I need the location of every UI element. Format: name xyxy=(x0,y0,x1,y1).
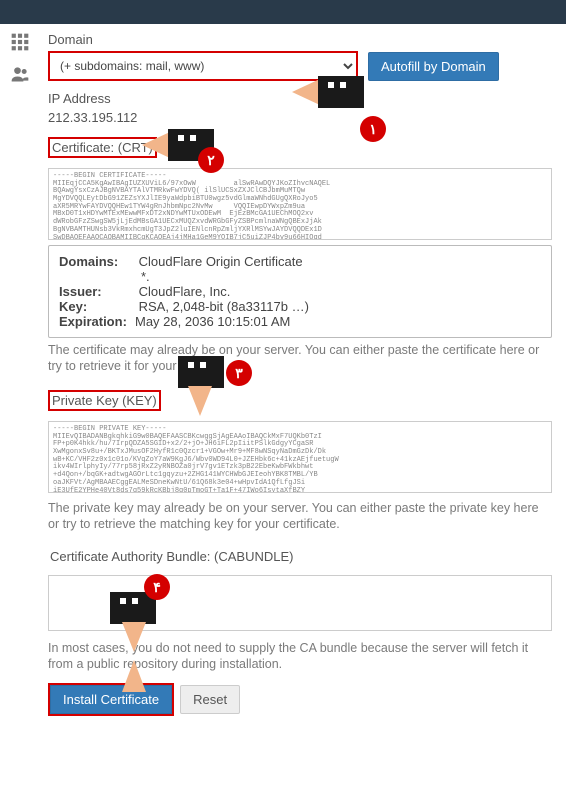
domain-label: Domain xyxy=(48,32,552,47)
certificate-label: Certificate: (CRT) xyxy=(48,137,157,158)
sidebar xyxy=(0,24,40,730)
cabundle-textarea[interactable] xyxy=(48,575,552,631)
domain-select[interactable]: (+ subdomains: mail, www) xyxy=(48,51,358,81)
certificate-textarea[interactable]: -----BEGIN CERTIFICATE----- MIIEqjCCA5Kg… xyxy=(48,168,552,240)
cabundle-hint: In most cases, you do not need to supply… xyxy=(48,640,552,673)
private-key-hint: The private key may already be on your s… xyxy=(48,500,552,533)
reset-button[interactable]: Reset xyxy=(180,685,240,714)
certificate-hint: The certificate may already be on your s… xyxy=(48,342,552,375)
ip-label: IP Address xyxy=(48,91,552,106)
autofill-button[interactable]: Autofill by Domain xyxy=(368,52,499,81)
ip-value: 212.33.195.112 xyxy=(48,110,552,125)
private-key-textarea[interactable]: -----BEGIN PRIVATE KEY----- MIIEvQIBADAN… xyxy=(48,421,552,493)
cabundle-label: Certificate Authority Bundle: (CABUNDLE) xyxy=(48,548,295,565)
certificate-info-box: Domains: CloudFlare Origin Certificate *… xyxy=(48,245,552,338)
top-bar xyxy=(0,0,566,24)
users-icon[interactable] xyxy=(10,64,30,84)
grid-icon[interactable] xyxy=(10,32,30,52)
private-key-label: Private Key (KEY) xyxy=(48,390,161,411)
install-certificate-button[interactable]: Install Certificate xyxy=(50,685,172,714)
